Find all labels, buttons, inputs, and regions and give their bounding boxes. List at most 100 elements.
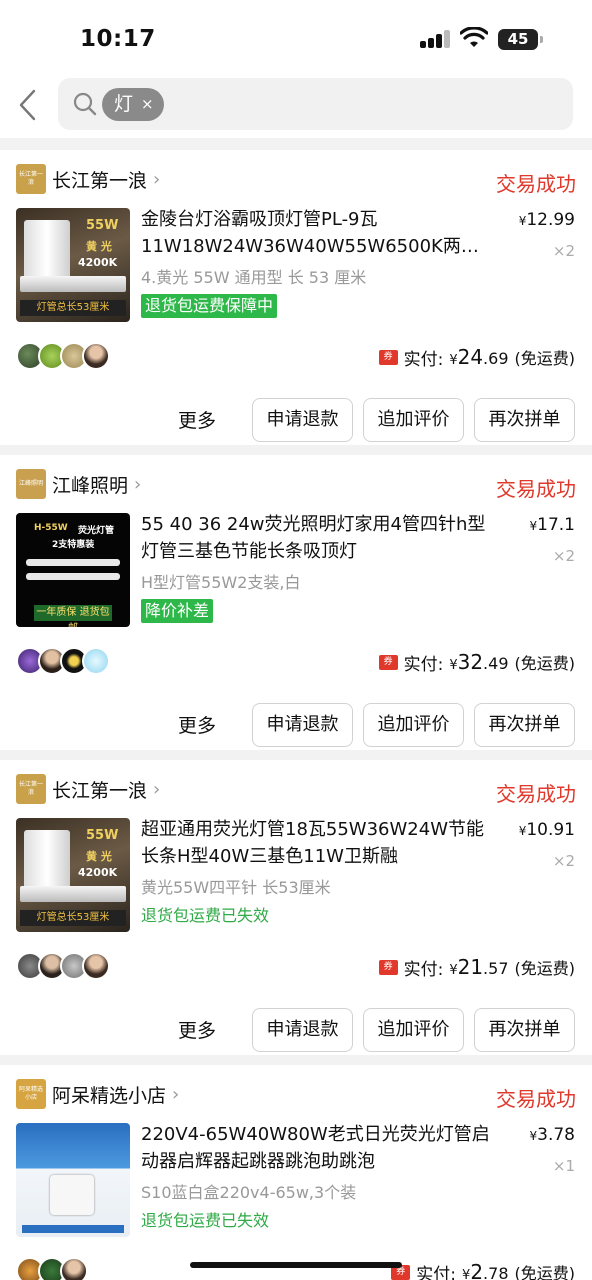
shop-name[interactable]: 江峰照明 [52,471,128,498]
thumb-banner: 一年质保 退货包邮 [34,605,112,627]
coupon-icon: 券 [378,349,398,365]
product-spec: H型灯管55W2支装,白 [141,573,301,592]
paid-summary: 券 实付: ¥21.57 (免运费) [378,952,576,982]
paid-summary: 券 实付: ¥32.49 (免运费) [378,647,576,677]
product-thumbnail[interactable] [16,1123,130,1237]
refund-button[interactable]: 申请退款 [252,398,353,442]
order-status: 交易成功 [496,782,576,806]
more-button[interactable]: 更多 [178,711,216,738]
order-status: 交易成功 [496,1087,576,1111]
shop-logo: 长江第一浪 [16,164,46,194]
rebuy-button[interactable]: 再次拼单 [474,703,575,747]
avatar [60,1257,88,1280]
home-indicator[interactable] [190,1262,402,1268]
unit-price: ¥12.99 [518,210,575,230]
shop-logo: 江峰照明 [16,469,46,499]
quantity: ×1 [552,1157,575,1175]
shipping-note: (免运费) [514,959,576,978]
order-card[interactable]: 长江第一浪 长江第一浪 › 交易成功 55W 黄 光 4200K 灯管总长53厘… [0,760,592,1055]
coupon-icon: 券 [378,959,398,975]
thumb-banner: 灯管总长53厘米 [20,910,126,926]
thumb-power: 55W [86,218,119,233]
search-icon [73,92,97,116]
refund-button[interactable]: 申请退款 [252,1008,353,1052]
order-actions: 更多 申请退款 追加评价 再次拼单 [0,703,592,747]
chevron-right-icon: › [153,778,161,800]
product-spec: S10蓝白盒220v4-65w,3个装 [141,1183,357,1202]
order-card[interactable]: 阿呆精选小店 阿呆精选小店 › 交易成功 220V4-65W40W80W老式日光… [0,1065,592,1280]
product-thumbnail[interactable]: 55W 黄 光 4200K 灯管总长53厘米 [16,818,130,932]
paid-summary: 券 实付: ¥2.78 (免运费) [391,1257,575,1280]
thumb-power: 55W [86,828,119,843]
thumb-temp: 2支特惠装 [52,540,95,550]
paid-amount: ¥21.57 [449,955,509,979]
search-keyword-chip[interactable]: 灯 × [102,88,164,121]
order-card[interactable]: 长江第一浪 长江第一浪 › 交易成功 55W 黄 光 4200K 灯管总长53厘… [0,150,592,445]
avatar [82,647,110,675]
back-arrow-icon[interactable] [16,88,42,122]
order-card[interactable]: 江峰照明 江峰照明 › 交易成功 H-55W 荧光灯管 2支特惠装 一年质保 退… [0,455,592,750]
more-button[interactable]: 更多 [178,1016,216,1043]
rebuy-button[interactable]: 再次拼单 [474,1008,575,1052]
search-input[interactable]: 灯 × [58,78,573,130]
group-avatars [16,342,110,372]
shipping-note: (免运费) [514,654,576,673]
coupon-icon: 券 [378,654,398,670]
battery-icon: 45 [498,29,543,50]
status-bar: 10:17 45 [0,0,592,72]
chevron-right-icon: › [134,473,142,495]
cellular-signal-icon [420,30,452,48]
thumb-temp: 4200K [78,866,118,879]
product-title[interactable]: 超亚通用荧光灯管18瓦55W36W24W节能长条H型40W三基色11W卫斯融 [141,816,491,870]
wifi-icon [460,27,488,47]
chip-label: 灯 [114,93,134,115]
unit-price: ¥17.1 [529,515,576,535]
price-protection-tag: 降价补差 [141,599,214,623]
unit-price: ¥3.78 [529,1125,576,1145]
unit-price: ¥10.91 [518,820,575,840]
thumb-color: 黄 光 [86,850,112,863]
product-thumbnail[interactable]: 55W 黄 光 4200K 灯管总长53厘米 [16,208,130,322]
paid-amount: ¥24.69 [449,345,509,369]
chevron-right-icon: › [172,1083,180,1105]
product-title[interactable]: 220V4-65W40W80W老式日光荧光灯管启动器启辉器起跳器跳泡助跳泡 [141,1121,491,1175]
return-shipping-tag: 退货包运费已失效 [141,906,270,925]
group-avatars [16,952,110,982]
group-avatars [16,1257,88,1280]
rebuy-button[interactable]: 再次拼单 [474,398,575,442]
product-title[interactable]: 55 40 36 24w荧光照明灯家用4管四针h型灯管三基色节能长条吸顶灯 [141,511,491,565]
quantity: ×2 [552,547,575,565]
order-actions: 更多 申请退款 追加评价 再次拼单 [0,398,592,442]
return-shipping-tag: 退货包运费已失效 [141,1211,270,1230]
chip-close-icon[interactable]: × [141,88,154,121]
group-avatars [16,647,110,677]
refund-button[interactable]: 申请退款 [252,703,353,747]
shop-logo: 长江第一浪 [16,774,46,804]
paid-label: 实付: [403,959,444,980]
thumb-temp: 4200K [78,256,118,269]
add-review-button[interactable]: 追加评价 [363,1008,464,1052]
shop-name[interactable]: 长江第一浪 [52,776,147,803]
thumb-color: 荧光灯管 [78,526,115,536]
shipping-note: (免运费) [514,349,576,368]
shop-name[interactable]: 长江第一浪 [52,166,147,193]
product-thumbnail[interactable]: H-55W 荧光灯管 2支特惠装 一年质保 退货包邮 [16,513,130,627]
paid-label: 实付: [403,654,444,675]
more-button[interactable]: 更多 [178,406,216,433]
shop-header[interactable]: 长江第一浪 长江第一浪 › [16,162,160,196]
shop-header[interactable]: 江峰照明 江峰照明 › [16,467,141,501]
paid-amount: ¥32.49 [449,650,509,674]
shop-header[interactable]: 长江第一浪 长江第一浪 › [16,772,160,806]
thumb-banner: 灯管总长53厘米 [20,300,126,316]
shop-logo: 阿呆精选小店 [16,1079,46,1109]
shop-name[interactable]: 阿呆精选小店 [52,1081,166,1108]
quantity: ×2 [552,852,575,870]
paid-amount: ¥2.78 [462,1260,509,1280]
product-title[interactable]: 金陵台灯浴霸吸顶灯管PL-9瓦11W18W24W36W40W55W6500K两… [141,206,491,260]
add-review-button[interactable]: 追加评价 [363,398,464,442]
shop-header[interactable]: 阿呆精选小店 阿呆精选小店 › [16,1077,179,1111]
add-review-button[interactable]: 追加评价 [363,703,464,747]
thumb-color: 黄 光 [86,240,112,253]
product-spec: 4.黄光 55W 通用型 长 53 厘米 [141,268,367,287]
thumb-power: H-55W [34,523,68,533]
